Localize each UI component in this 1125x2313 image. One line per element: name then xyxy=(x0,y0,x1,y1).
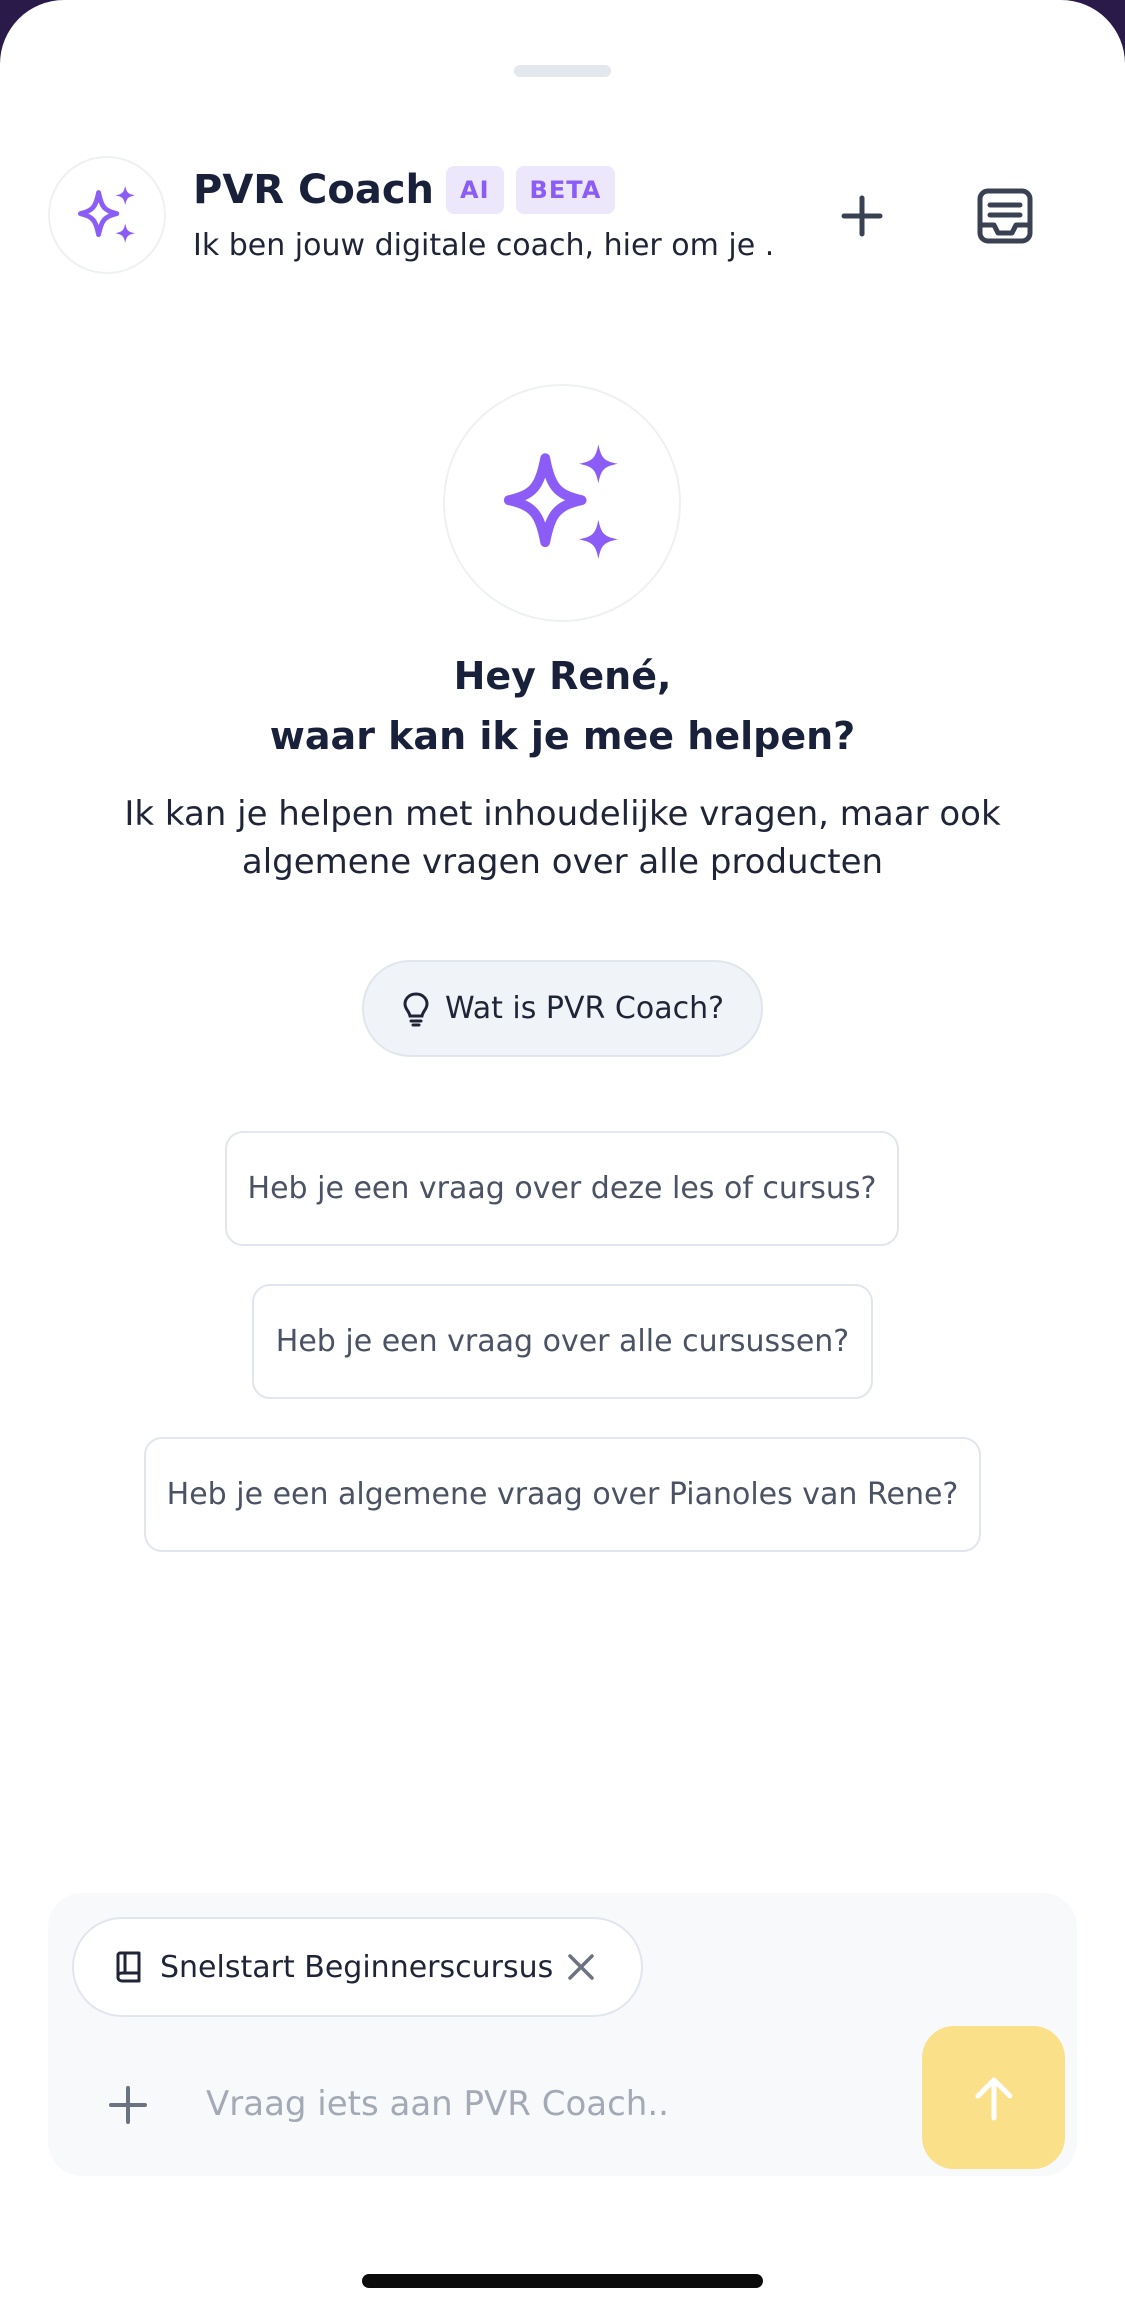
hero-avatar xyxy=(443,384,681,622)
arrow-up-icon xyxy=(975,2077,1012,2120)
book-icon xyxy=(116,1951,141,1983)
hero-description: Ik kan je helpen met inhoudelijke vragen… xyxy=(124,794,1001,882)
suggestion-lesson-question[interactable]: Heb je een vraag over deze les of cursus… xyxy=(225,1131,899,1246)
attach-button[interactable] xyxy=(96,2073,160,2137)
sparkles-icon xyxy=(77,185,135,243)
context-chip-label: Snelstart Beginnerscursus xyxy=(160,1949,554,1985)
plus-icon xyxy=(841,195,883,237)
send-button[interactable] xyxy=(922,2026,1065,2169)
greeting-line-2: waar kan ik je mee helpen? xyxy=(269,714,856,758)
what-is-coach-button[interactable]: Wat is PVR Coach? xyxy=(362,960,763,1057)
beta-badge: BETA xyxy=(515,166,616,214)
chat-history-button[interactable] xyxy=(965,176,1045,256)
coach-sheet: PVR Coach AI BETA Ik ben jouw digitale c… xyxy=(0,0,1125,2313)
app-title: PVR Coach xyxy=(193,167,435,213)
context-chip[interactable]: Snelstart Beginnerscursus xyxy=(72,1917,643,2017)
new-chat-button[interactable] xyxy=(822,176,902,256)
header-title-row: PVR Coach AI BETA xyxy=(193,166,616,214)
message-input[interactable] xyxy=(204,2071,948,2137)
greeting-line-1: Hey René, xyxy=(453,654,672,698)
plus-icon xyxy=(109,2086,147,2124)
lightbulb-icon xyxy=(403,991,429,1026)
suggestion-all-courses-question[interactable]: Heb je een vraag over alle cursussen? xyxy=(252,1284,873,1399)
inbox-icon xyxy=(977,188,1033,244)
suggestion-general-question[interactable]: Heb je een algemene vraag over Pianoles … xyxy=(144,1437,981,1552)
coach-avatar xyxy=(48,156,166,274)
header-subtitle: Ik ben jouw digitale coach, hier om je .… xyxy=(193,228,773,263)
what-is-coach-label: Wat is PVR Coach? xyxy=(444,991,725,1026)
ai-badge: AI xyxy=(446,166,504,214)
home-indicator xyxy=(362,2274,763,2288)
message-composer: Snelstart Beginnerscursus xyxy=(48,1893,1077,2176)
sparkles-icon xyxy=(503,444,618,559)
close-icon[interactable] xyxy=(565,1951,597,1983)
sheet-grabber[interactable] xyxy=(514,65,611,77)
